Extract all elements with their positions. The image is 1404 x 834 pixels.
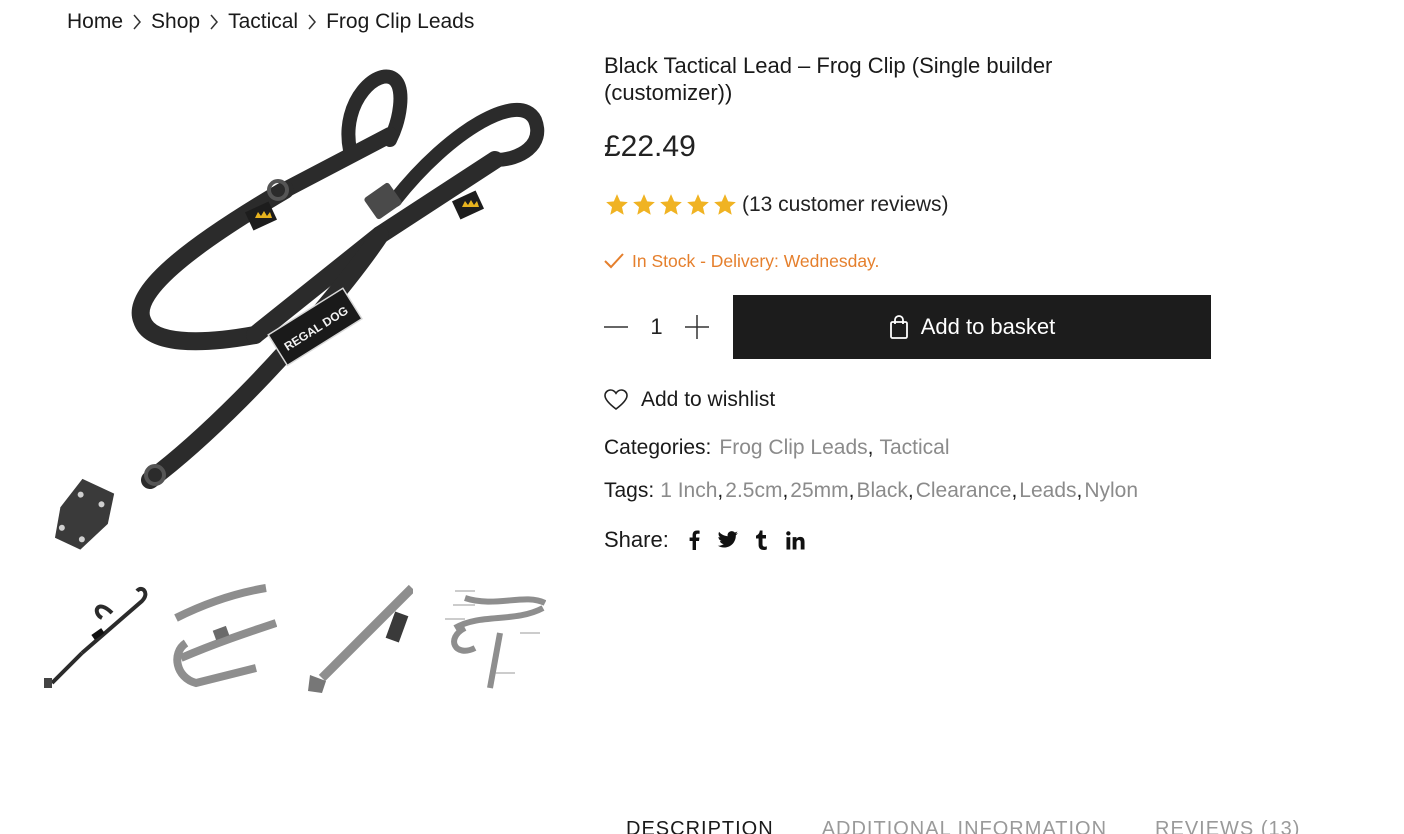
quantity-decrease-button[interactable] xyxy=(604,315,628,339)
twitter-icon[interactable] xyxy=(717,529,739,551)
add-to-basket-button[interactable]: Add to basket xyxy=(733,295,1211,359)
star-icon xyxy=(606,194,628,215)
breadcrumb: Home Shop Tactical Frog Clip Leads xyxy=(67,8,474,36)
customer-reviews-link[interactable]: (13 customer reviews) xyxy=(742,193,949,217)
tag-link[interactable]: 2.5cm xyxy=(725,479,782,503)
share-row: Share: xyxy=(604,525,819,555)
tags-label: Tags: xyxy=(604,479,655,502)
product-categories: Categories: Frog Clip Leads, Tactical xyxy=(604,433,950,463)
shopping-bag-icon xyxy=(889,315,908,339)
heart-icon xyxy=(604,389,628,411)
tag-link[interactable]: Nylon xyxy=(1084,479,1138,503)
tag-link[interactable]: Black xyxy=(857,479,908,503)
category-link[interactable]: Tactical xyxy=(879,436,949,460)
wishlist-label: Add to wishlist xyxy=(641,388,776,411)
tumblr-icon[interactable] xyxy=(751,529,773,551)
star-rating xyxy=(604,192,738,218)
stock-status: In Stock - Delivery: Wednesday. xyxy=(604,249,879,273)
minus-icon xyxy=(604,326,628,328)
product-summary: Black Tactical Lead – Frog Clip (Single … xyxy=(604,52,1244,552)
product-main-image[interactable]: REGAL DOG xyxy=(50,60,560,560)
quantity-input[interactable] xyxy=(628,307,685,347)
add-to-basket-label: Add to basket xyxy=(920,314,1056,339)
product-title: Black Tactical Lead – Frog Clip (Single … xyxy=(604,53,1053,105)
tag-link[interactable]: Clearance xyxy=(916,479,1012,503)
thumbnail-strip xyxy=(42,583,554,694)
product-tabs: DESCRIPTION ADDITIONAL INFORMATION REVIE… xyxy=(626,818,1348,834)
star-icon xyxy=(633,194,655,215)
breadcrumb-home[interactable]: Home xyxy=(67,10,123,34)
quantity-increase-button[interactable] xyxy=(685,315,709,339)
category-separator: , xyxy=(867,436,874,459)
product-tags: Tags: 1 Inch, 2.5cm, 25mm, Black, Cleara… xyxy=(604,476,1138,506)
thumbnail-2[interactable] xyxy=(166,583,278,694)
linkedin-icon[interactable] xyxy=(785,529,807,551)
product-rating: (13 customer reviews) xyxy=(604,190,949,220)
tag-link[interactable]: 25mm xyxy=(790,479,848,503)
categories-label: Categories: xyxy=(604,436,712,459)
quantity-stepper xyxy=(604,295,733,359)
chevron-right-icon xyxy=(200,14,228,30)
facebook-icon[interactable] xyxy=(683,529,705,551)
tag-separator: , xyxy=(848,479,855,502)
chevron-right-icon xyxy=(298,14,326,30)
category-link[interactable]: Frog Clip Leads xyxy=(719,436,867,460)
tab-reviews[interactable]: REVIEWS (13) xyxy=(1155,818,1300,834)
thumbnail-4[interactable] xyxy=(435,583,547,694)
thumbnail-3[interactable] xyxy=(302,583,416,694)
tag-separator: , xyxy=(717,479,724,502)
chevron-right-icon xyxy=(123,14,151,30)
checkmark-icon xyxy=(604,253,624,269)
tab-description[interactable]: DESCRIPTION xyxy=(626,818,774,834)
share-label: Share: xyxy=(604,527,669,552)
breadcrumb-shop[interactable]: Shop xyxy=(151,10,200,34)
plus-icon xyxy=(685,315,709,339)
tag-separator: , xyxy=(907,479,914,502)
tag-link[interactable]: Leads xyxy=(1019,479,1076,503)
breadcrumb-current[interactable]: Frog Clip Leads xyxy=(326,10,474,34)
stock-text: In Stock - Delivery: Wednesday. xyxy=(632,250,880,271)
tag-separator: , xyxy=(1076,479,1083,502)
tab-additional-information[interactable]: ADDITIONAL INFORMATION xyxy=(822,818,1107,834)
add-to-wishlist-link[interactable]: Add to wishlist xyxy=(604,385,775,415)
breadcrumb-tactical[interactable]: Tactical xyxy=(228,10,298,34)
star-icon xyxy=(714,194,736,215)
product-price: £22.49 xyxy=(604,130,696,163)
star-icon xyxy=(660,194,682,215)
tag-link[interactable]: 1 Inch xyxy=(660,479,717,503)
tag-separator: , xyxy=(782,479,789,502)
star-icon xyxy=(687,194,709,215)
thumbnail-1[interactable] xyxy=(42,583,153,694)
tag-separator: , xyxy=(1011,479,1018,502)
